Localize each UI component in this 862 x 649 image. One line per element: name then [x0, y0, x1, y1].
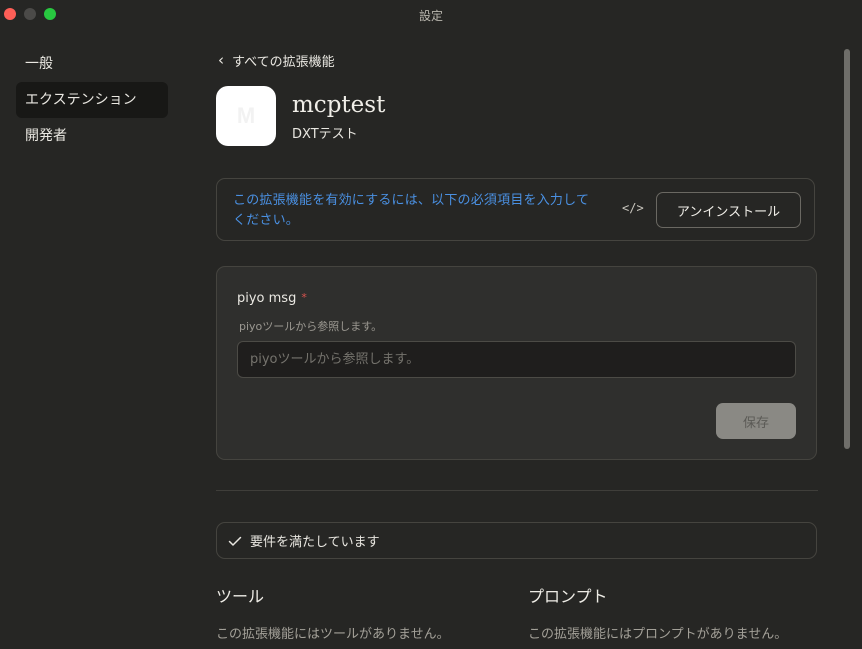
sidebar-item-extensions[interactable]: エクステンション	[16, 82, 168, 118]
extension-header: M mcptest DXTテスト	[216, 86, 385, 146]
required-mark: *	[301, 291, 307, 304]
tools-title: ツール	[216, 587, 265, 606]
back-to-extensions-link[interactable]: ‹ すべての拡張機能	[218, 51, 335, 71]
check-icon	[228, 536, 242, 546]
prompts-empty-text: この拡張機能にはプロンプトがありません。	[528, 627, 788, 642]
requirements-status[interactable]: 要件を満たしています	[216, 522, 817, 559]
tools-empty-text: この拡張機能にはツールがありません。	[216, 627, 450, 642]
back-link-label: すべての拡張機能	[232, 55, 335, 70]
code-icon[interactable]: </>	[622, 201, 644, 215]
uninstall-button[interactable]: アンインストール	[656, 192, 801, 228]
sidebar-item-developer[interactable]: 開発者	[16, 118, 168, 154]
settings-sidebar: 一般 エクステンション 開発者	[16, 46, 168, 154]
tools-section: ツール この拡張機能にはツールがありません。	[216, 583, 516, 642]
chevron-left-icon: ‹	[218, 51, 224, 69]
extension-logo: M	[216, 86, 276, 146]
save-button[interactable]: 保存	[716, 403, 796, 439]
section-divider	[216, 490, 818, 491]
scrollbar[interactable]	[844, 49, 850, 449]
required-fields-notice: この拡張機能を有効にするには、以下の必須項目を入力してください。 </> アンイ…	[216, 178, 815, 241]
config-form: piyo msg * piyoツールから参照します。 保存	[216, 266, 817, 460]
field-help-text: piyoツールから参照します。	[239, 320, 383, 333]
extension-detail: ‹ すべての拡張機能 M mcptest DXTテスト この拡張機能を有効にする…	[216, 0, 818, 649]
prompts-section: プロンプト この拡張機能にはプロンプトがありません。	[528, 583, 828, 642]
notice-message: この拡張機能を有効にするには、以下の必須項目を入力してください。	[233, 193, 590, 228]
field-label-text: piyo msg	[237, 291, 297, 306]
requirements-status-text: 要件を満たしています	[250, 535, 380, 550]
extension-name: mcptest	[292, 91, 386, 118]
sidebar-item-general[interactable]: 一般	[16, 46, 168, 82]
prompts-title: プロンプト	[528, 587, 608, 606]
piyo-msg-input[interactable]	[237, 341, 796, 378]
extension-subtitle: DXTテスト	[292, 126, 358, 142]
scrollbar-thumb[interactable]	[844, 49, 850, 449]
field-label: piyo msg *	[237, 291, 307, 306]
extension-meta: mcptest DXTテスト	[292, 91, 385, 142]
